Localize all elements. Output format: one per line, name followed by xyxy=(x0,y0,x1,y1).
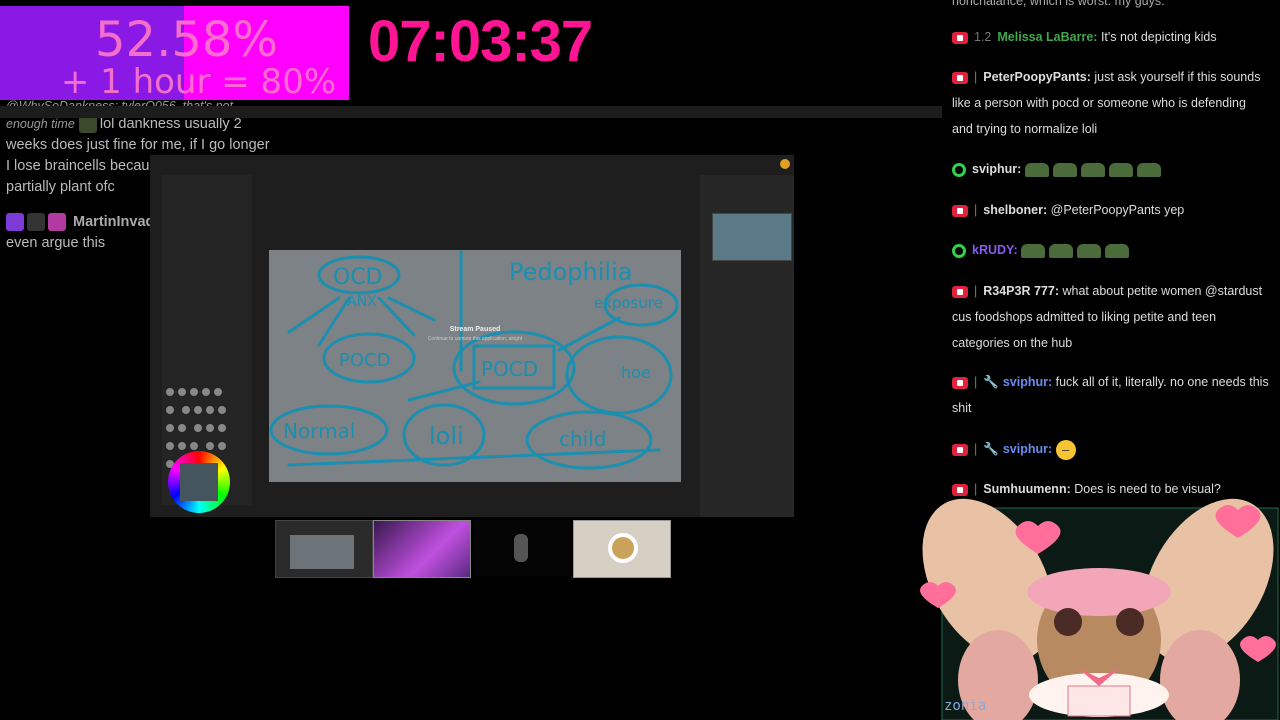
canvas-drawing: OCD ANX Pedophilia exposure POCD POCD No… xyxy=(269,250,679,470)
moth-mascot-icon xyxy=(920,498,1279,720)
message-text: fuck all of it, literally. no one needs … xyxy=(952,375,1269,415)
gem-badge-icon xyxy=(48,213,66,232)
screen-share: OCD ANX Pedophilia exposure POCD POCD No… xyxy=(150,155,794,517)
username: R34P3R 777: xyxy=(983,284,1059,298)
right-chat-overlay: nonchalance, which is worst. my guys. 1.… xyxy=(946,0,1280,500)
reply-context-2: enough time xyxy=(6,117,75,131)
user-level: 1.2 xyxy=(974,30,992,44)
username: shelboner: xyxy=(983,203,1048,217)
frog-emote-icon xyxy=(1077,243,1102,258)
frog-emote-icon xyxy=(1105,243,1130,258)
chat-message: 1.2 Melissa LaBarre: It's not depicting k… xyxy=(952,24,1270,50)
chat-message-partial: nonchalance, which is worst. my guys. xyxy=(952,0,1165,8)
canvas-word: POCD xyxy=(339,350,390,371)
frog-emote-icon xyxy=(1049,243,1074,258)
username: sviphur: xyxy=(972,162,1022,176)
message-text: It's not depicting kids xyxy=(1100,30,1217,44)
subathon-progress-overlay: 52.58% + 1 hour = 80% xyxy=(0,6,349,100)
canvas-word: Normal xyxy=(283,419,355,443)
youtube-badge-icon xyxy=(952,204,968,217)
username: sviphur: xyxy=(1002,375,1053,389)
badge-icon xyxy=(27,213,45,232)
scene-thumbnail-camera[interactable] xyxy=(373,520,471,578)
drawing-canvas: OCD ANX Pedophilia exposure POCD POCD No… xyxy=(269,250,681,482)
chat-message: sviphur: xyxy=(952,156,1270,182)
youtube-badge-icon xyxy=(952,376,968,389)
username: Melissa LaBarre: xyxy=(997,30,1098,44)
wrench-icon: 🔧 xyxy=(983,442,999,456)
stream-paused-title: Stream Paused xyxy=(449,326,501,333)
progress-percent: 52.58% xyxy=(94,12,279,68)
youtube-badge-icon xyxy=(952,285,968,298)
frog-emote-icon xyxy=(1024,162,1049,177)
youtube-badge-icon xyxy=(952,71,968,84)
canvas-word: ANX xyxy=(347,294,377,310)
chat-message: | 🔧 sviphur: – xyxy=(952,436,1270,462)
youtube-badge-icon xyxy=(952,443,968,456)
stream-paused-subtitle: Continue to unmute this application, alr… xyxy=(427,336,523,342)
username: kRUDY: xyxy=(972,243,1018,257)
twitch-badge-icon xyxy=(952,162,966,177)
notification-dot xyxy=(780,159,790,169)
username: PeterPoopyPants: xyxy=(983,70,1091,84)
frog-emote-icon xyxy=(1136,162,1161,177)
canvas-word: loli xyxy=(429,422,464,450)
twitch-badge-icon xyxy=(6,213,24,232)
nameplate: zonia xyxy=(944,698,987,714)
stream-timer: 07:03:37 xyxy=(368,9,593,74)
youtube-badge-icon xyxy=(952,31,968,44)
wrench-icon: 🔧 xyxy=(983,375,999,389)
screen-share-bar xyxy=(0,106,942,118)
scene-thumbnail-dark[interactable] xyxy=(474,520,570,576)
chat-message: | shelboner: @PeterPoopyPants yep xyxy=(952,197,1270,223)
username: sviphur: xyxy=(1002,442,1053,456)
color-wheel xyxy=(168,451,230,513)
canvas-word: child xyxy=(559,427,606,451)
twitch-badge-icon xyxy=(952,243,966,258)
message-text: @PeterPoopyPants yep xyxy=(1050,203,1185,217)
chat-message: | PeterPoopyPants: just ask yourself if t… xyxy=(952,70,1261,136)
scene-thumbnail-sticker[interactable] xyxy=(573,520,671,578)
scene-thumbnail-screen[interactable] xyxy=(275,520,373,578)
frog-emote-icon xyxy=(1108,162,1133,177)
neutral-face-emoji-icon: – xyxy=(1055,439,1076,460)
canvas-word: Pedophilia xyxy=(509,258,632,286)
frog-emote-icon xyxy=(1080,162,1105,177)
canvas-word: exposure xyxy=(594,294,663,312)
progress-bonus: + 1 hour = 80% xyxy=(60,62,337,100)
frog-emote-icon xyxy=(1052,162,1077,177)
canvas-word: OCD xyxy=(333,265,383,290)
chat-message: kRUDY: xyxy=(952,237,1270,263)
chat-message: | R34P3R 777: what about petite women @st… xyxy=(952,284,1263,350)
navigator-thumbnail xyxy=(712,213,792,261)
canvas-word: POCD xyxy=(481,357,538,381)
chat-message: | 🔧 sviphur: fuck all of it, literally. no… xyxy=(952,375,1269,415)
frog-emote-icon xyxy=(1021,243,1046,258)
layers-panel xyxy=(700,175,794,517)
canvas-word: hoe xyxy=(621,363,651,382)
